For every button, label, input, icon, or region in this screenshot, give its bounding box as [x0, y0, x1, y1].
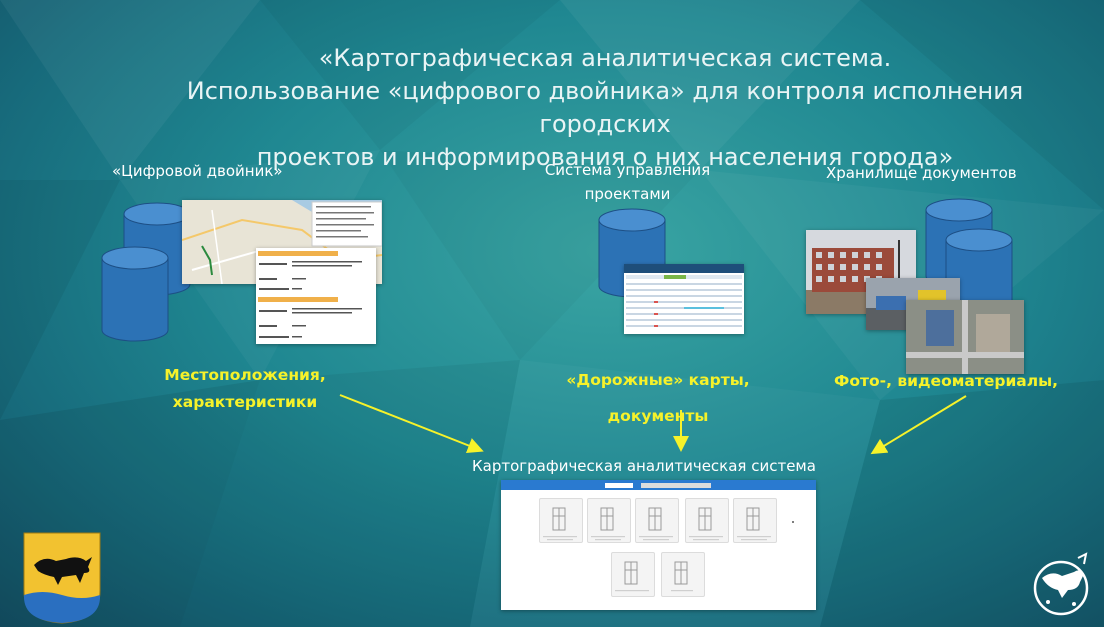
fox-emblem-icon	[1033, 552, 1089, 616]
building-icons	[543, 507, 794, 592]
target-system-label: Картографическая аналитическая система	[472, 457, 816, 475]
analytical-system-screenshot	[501, 480, 816, 610]
arrow-from-document-storage	[870, 395, 967, 455]
city-coat-of-arms-icon	[23, 532, 101, 624]
arrow-from-digital-twin	[339, 394, 484, 454]
presentation-slide: «Картографическая аналитическая система.…	[0, 0, 1104, 627]
